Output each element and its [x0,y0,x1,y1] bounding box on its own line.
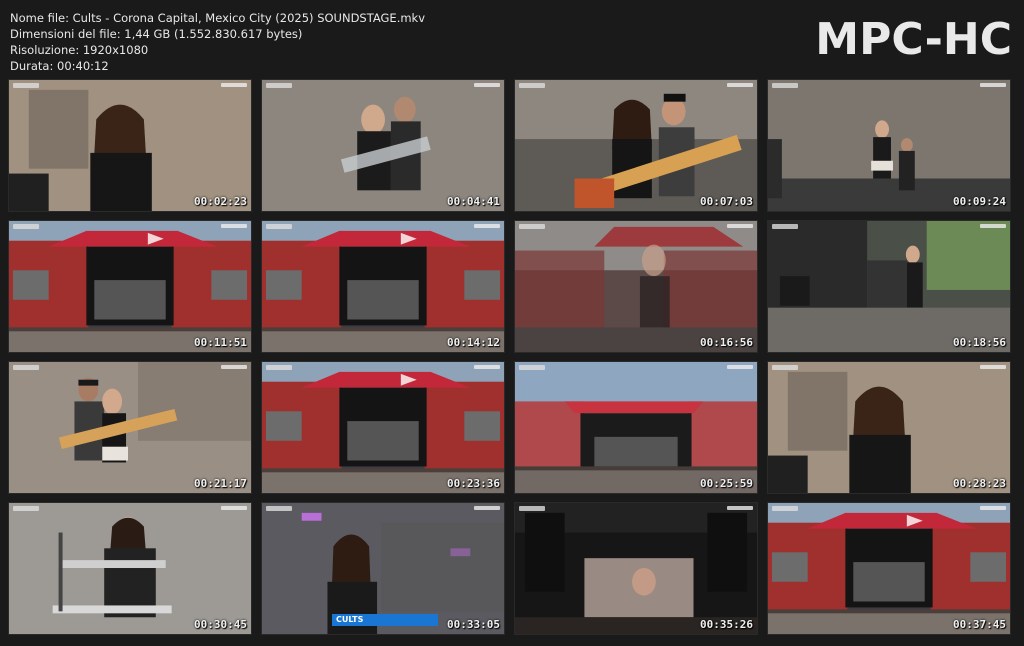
channel-logo [727,365,753,369]
broadcaster-logo [772,224,798,229]
broadcaster-logo [772,365,798,370]
thumbnail-frame: 00:07:03 [514,79,758,212]
broadcaster-logo [266,506,292,511]
file-duration: Durata: 00:40:12 [10,59,109,73]
frame-image [9,221,251,352]
file-name: Nome file: Cults - Corona Capital, Mexic… [10,11,426,25]
frame-image [262,362,504,493]
thumbnail-frame: CULTS 00:33:05 [261,502,505,635]
timestamp: 00:25:59 [700,477,753,490]
broadcaster-logo [519,224,545,229]
timestamp: 00:30:45 [194,618,247,631]
timestamp: 00:14:12 [447,336,500,349]
timestamp: 00:37:45 [953,618,1006,631]
channel-logo [727,83,753,87]
thumbnail-frame: 00:18:56 [767,220,1011,353]
broadcaster-logo [519,365,545,370]
timestamp: 00:35:26 [700,618,753,631]
broadcaster-logo [772,506,798,511]
broadcaster-logo [266,224,292,229]
frame-image [262,221,504,352]
channel-logo [221,83,247,87]
channel-logo [727,506,753,510]
thumbnail-frame: 00:23:36 [261,361,505,494]
thumbnail-frame: 00:21:17 [8,361,252,494]
frame-image [515,221,757,352]
thumbnail-frame: 00:16:56 [514,220,758,353]
channel-logo [221,224,247,228]
thumbnail-frame: 00:37:45 [767,502,1011,635]
channel-logo [980,83,1006,87]
frame-image [9,503,251,634]
frame-image [262,80,504,211]
frame-image [515,362,757,493]
frame-image [515,80,757,211]
timestamp: 00:18:56 [953,336,1006,349]
timestamp: 00:02:23 [194,195,247,208]
thumbnail-frame: 00:04:41 [261,79,505,212]
broadcaster-logo [772,83,798,88]
frame-image [515,503,757,634]
timestamp: 00:07:03 [700,195,753,208]
frame-image [768,221,1010,352]
thumbnail-grid: 00:02:23 00:04:41 00:07:03 00:09:24 00:1… [8,79,1016,639]
channel-logo [221,365,247,369]
thumbnail-frame: 00:28:23 [767,361,1011,494]
broadcaster-logo [519,506,545,511]
channel-logo [221,506,247,510]
broadcaster-logo [13,83,39,88]
frame-image [768,503,1010,634]
broadcaster-logo [13,365,39,370]
channel-logo [474,83,500,87]
file-resolution: Risoluzione: 1920x1080 [10,43,149,57]
frame-image [9,80,251,211]
thumbnail-frame: 00:35:26 [514,502,758,635]
broadcaster-logo [13,506,39,511]
channel-logo [474,224,500,228]
channel-logo [474,365,500,369]
channel-logo [474,506,500,510]
channel-logo [727,224,753,228]
frame-image [768,362,1010,493]
thumbnail-frame: 00:30:45 [8,502,252,635]
frame-image [768,80,1010,211]
mpc-hc-logo: MPC-HC [815,14,1012,65]
thumbnail-frame: 00:25:59 [514,361,758,494]
broadcaster-logo [519,83,545,88]
broadcaster-logo [266,83,292,88]
broadcaster-logo [13,224,39,229]
thumbnail-frame: 00:14:12 [261,220,505,353]
broadcaster-logo [266,365,292,370]
thumbnail-frame: 00:09:24 [767,79,1011,212]
file-size: Dimensioni del file: 1,44 GB (1.552.830.… [10,27,303,41]
timestamp: 00:11:51 [194,336,247,349]
timestamp: 00:28:23 [953,477,1006,490]
thumbnail-frame: 00:11:51 [8,220,252,353]
channel-logo [980,506,1006,510]
timestamp: 00:09:24 [953,195,1006,208]
channel-logo [980,365,1006,369]
channel-logo [980,224,1006,228]
lower-third-label: CULTS [332,614,438,626]
timestamp: 00:04:41 [447,195,500,208]
timestamp: 00:23:36 [447,477,500,490]
thumbnail-frame: 00:02:23 [8,79,252,212]
file-info: Nome file: Cults - Corona Capital, Mexic… [10,10,425,74]
timestamp: 00:33:05 [447,618,500,631]
frame-image [9,362,251,493]
timestamp: 00:16:56 [700,336,753,349]
timestamp: 00:21:17 [194,477,247,490]
